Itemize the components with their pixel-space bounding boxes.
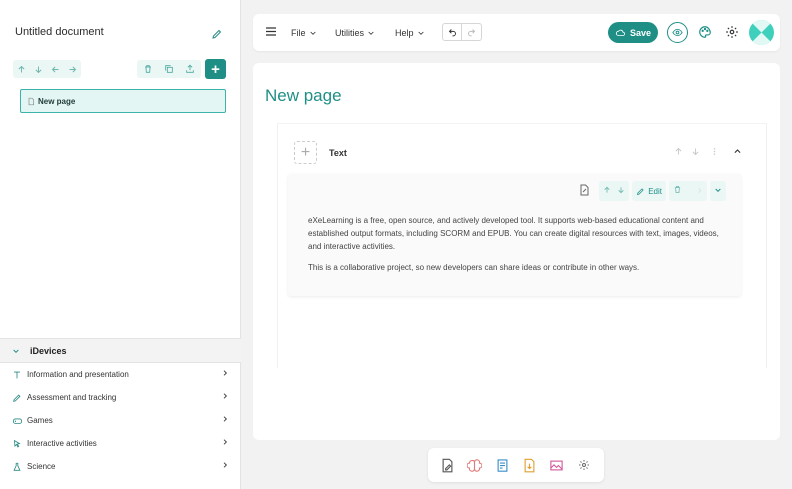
add-page-button[interactable]: + [205,59,226,79]
avatar[interactable] [749,20,774,45]
pencil-icon [637,187,644,195]
idevice-text: Edit eXeLearning is a free, open source,… [288,174,741,296]
undo-redo-group [442,23,482,41]
save-label: Save [629,27,652,38]
eye-icon [672,28,683,37]
move-left-icon[interactable] [50,63,62,75]
chevron-down-icon[interactable] [714,186,722,197]
redo-icon[interactable] [462,24,481,40]
gamepad-icon [11,415,23,427]
arrow-down-icon[interactable] [691,147,700,159]
move-down-icon[interactable] [33,63,45,75]
chevron-right-icon [223,462,228,468]
form-idevice-icon[interactable] [492,455,512,475]
category-label: Assessment and tracking [27,393,117,402]
top-toolbar: File Utilities Help Save [253,14,780,51]
block-icon[interactable]: + [294,141,317,164]
page-title: New page [265,86,342,105]
flask-icon [11,461,23,473]
page-nav-group [13,60,81,78]
paragraph: eXeLearning is a free, open source, and … [308,216,719,251]
menu-utilities-label: Utilities [335,28,365,38]
menu-help[interactable]: Help [395,28,425,38]
chevron-down-icon [13,349,19,353]
text-icon [11,369,23,381]
move-up-icon[interactable] [16,63,28,75]
category-label: Science [27,462,56,471]
move-right-icon[interactable] [67,63,79,75]
idevice-category-interactive[interactable]: Interactive activities [0,432,241,455]
idevice-category-assessment[interactable]: Assessment and tracking [0,386,241,409]
menu-file[interactable]: File [291,28,317,38]
move-down-icon[interactable] [617,186,625,197]
edit-title-icon[interactable] [211,28,225,42]
export-page-icon[interactable] [184,63,196,75]
hamburger-menu-icon[interactable] [265,26,277,40]
chevron-right-icon [223,393,228,399]
move-group [599,181,630,201]
chevron-down-icon [368,31,374,35]
idevice-text-content: eXeLearning is a free, open source, and … [308,214,728,282]
gear-icon[interactable] [725,25,739,42]
paragraph: This is a collaborative project, so new … [308,263,640,272]
page-item-new-page[interactable]: New page [20,89,226,113]
duplicate-page-icon[interactable] [163,63,175,75]
content-area: New page + Text Edit eXeLearning is a fr… [253,63,780,440]
chevron-right-icon [223,439,228,445]
content-block: + Text Edit eXeLearning is a free, open … [277,123,767,368]
block-title[interactable]: Text [329,148,347,158]
delete-group [669,181,707,201]
undo-icon[interactable] [443,24,462,40]
edit-label: Edit [648,186,662,196]
quick-add-bar [428,448,604,482]
idevice-category-games[interactable]: Games [0,409,241,432]
chevron-down-icon [309,31,316,35]
edit-button[interactable]: Edit [636,187,662,196]
dropdown-group [710,181,726,201]
download-idevice-icon[interactable] [520,455,540,475]
page-item-label: New page [38,96,76,106]
image-idevice-icon[interactable] [547,455,567,475]
category-label: Games [27,416,53,425]
more-vertical-icon[interactable] [710,147,719,159]
idevice-category-science[interactable]: Science [0,455,241,478]
idevice-toolbar: Edit [578,181,726,201]
trash-icon[interactable] [673,185,682,197]
save-button[interactable]: Save [608,22,658,43]
cloud-save-icon [615,29,625,36]
page-tools-group [137,60,201,78]
chevron-right-icon [223,416,228,422]
chevron-right-icon [223,370,228,376]
chevron-up-icon[interactable] [733,147,742,159]
text-idevice-icon[interactable] [438,455,458,475]
menu-utilities[interactable]: Utilities [335,28,375,38]
idevices-panel: iDevices Information and presentation As… [0,338,241,489]
menu-help-label: Help [395,28,414,38]
arrow-up-icon[interactable] [674,147,683,159]
category-label: Information and presentation [27,370,129,379]
idevices-header[interactable]: iDevices [0,339,241,363]
chevron-right-icon[interactable] [696,186,703,197]
delete-page-icon[interactable] [142,63,154,75]
preview-button[interactable] [667,22,688,43]
document-title[interactable]: Untitled document [15,26,104,38]
move-up-icon[interactable] [603,186,611,197]
idevices-header-label: iDevices [30,345,67,356]
menu-file-label: File [291,28,306,38]
page-icon [28,97,34,105]
pointer-icon [11,438,23,450]
sidebar: Untitled document + New page iDevices In… [0,0,241,489]
pencil-icon [11,392,23,404]
brain-idevice-icon[interactable] [465,455,485,475]
idevice-category-information[interactable]: Information and presentation [0,363,241,386]
gear-icon[interactable] [574,455,594,475]
chevron-down-icon [417,31,424,35]
edit-document-icon[interactable] [578,184,590,199]
edit-group: Edit [632,181,666,201]
category-label: Interactive activities [27,439,97,448]
palette-icon[interactable] [698,25,712,42]
